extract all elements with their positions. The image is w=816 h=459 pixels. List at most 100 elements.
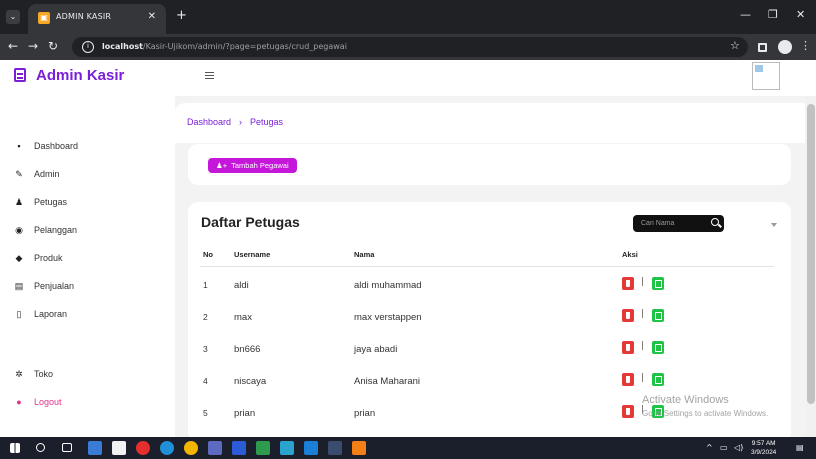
tab-close-icon[interactable]: ✕: [148, 11, 156, 22]
brand[interactable]: Admin Kasir: [14, 60, 124, 90]
sidebar-item-admin[interactable]: ✎ Admin: [0, 160, 175, 188]
breadcrumb-current: Petugas: [250, 117, 284, 127]
excel-icon[interactable]: [256, 441, 270, 455]
forward-icon[interactable]: →: [28, 39, 38, 53]
battery-icon[interactable]: ▭: [720, 443, 728, 452]
volume-icon[interactable]: ◁): [734, 443, 743, 452]
new-tab-icon[interactable]: +: [176, 8, 187, 23]
tray-chevron-icon[interactable]: ^: [706, 443, 713, 452]
back-icon[interactable]: ←: [8, 39, 18, 53]
activate-windows-title: Activate Windows: [642, 394, 729, 406]
sidebar-item-dashboard[interactable]: ▪ Dashboard: [0, 132, 175, 160]
chrome-icon[interactable]: [184, 441, 198, 455]
search-icon[interactable]: [711, 218, 719, 226]
cell-nama: prian: [354, 408, 376, 419]
sidebar-item-pelanggan[interactable]: ◉ Pelanggan: [0, 216, 175, 244]
table-title: Daftar Petugas: [201, 214, 300, 230]
edge-icon[interactable]: [160, 441, 174, 455]
windows-taskbar: ^ ▭ ◁) 9:57 AM 3/9/2024 ▤: [0, 437, 816, 459]
cell-nama: Anisa Maharani: [354, 376, 421, 387]
sidebar-item-label: Logout: [34, 397, 62, 407]
sidebar-item-toko[interactable]: ✲ Toko: [0, 360, 175, 388]
sidebar-item-label: Petugas: [34, 197, 68, 207]
delete-button[interactable]: [622, 309, 634, 322]
bookmark-star-icon[interactable]: ☆: [730, 39, 740, 52]
vscode-icon[interactable]: [304, 441, 318, 455]
cell-username: prian: [234, 408, 256, 419]
cell-no: 4: [203, 376, 208, 386]
cell-username: aldi: [234, 280, 249, 291]
avatar[interactable]: [752, 62, 780, 90]
cell-username: niscaya: [234, 376, 267, 387]
table-row: 2 max max verstappen |: [188, 302, 791, 332]
browser-tab[interactable]: ▣ ADMIN KASIR ✕: [28, 4, 166, 34]
windows-start-icon[interactable]: [10, 443, 20, 453]
browser-chrome: ⌄ ▣ ADMIN KASIR ✕ + — ❐ ✕ ← → ↻ i localh…: [0, 0, 816, 60]
sidebar-item-penjualan[interactable]: ▤ Penjualan: [0, 272, 175, 300]
word-icon[interactable]: [232, 441, 246, 455]
employee-table-card: Daftar Petugas No Username Nama Aksi 1 a…: [188, 202, 791, 442]
add-employee-label: Tambah Pegawai: [231, 161, 289, 170]
page-scrollbar-thumb[interactable]: [807, 104, 815, 404]
taskbar-app-icon[interactable]: [88, 441, 102, 455]
search-input[interactable]: [641, 218, 705, 229]
breadcrumb-chevron-icon: ›: [239, 117, 243, 127]
cell-no: 3: [203, 344, 208, 354]
dashboard-icon: ▪: [17, 141, 21, 151]
site-info-icon[interactable]: i: [82, 41, 94, 53]
minimize-icon[interactable]: —: [740, 8, 751, 21]
wrench-icon: ✎: [15, 168, 23, 179]
taskbar-search-icon[interactable]: [36, 443, 45, 452]
store-icon[interactable]: [112, 441, 126, 455]
browser-menu-icon[interactable]: ⋮: [800, 39, 811, 52]
hamburger-icon[interactable]: [205, 72, 214, 79]
sidebar-item-label: Pelanggan: [34, 225, 78, 235]
sidebar-item-label: Laporan: [34, 309, 68, 319]
breadcrumb-dashboard[interactable]: Dashboard: [187, 117, 231, 127]
sidebar-item-laporan[interactable]: ▯ Laporan: [0, 300, 175, 328]
edit-button[interactable]: [652, 341, 664, 354]
action-separator: |: [641, 373, 645, 383]
address-bar[interactable]: i localhost/Kasir-Ujikom/admin/?page=pet…: [72, 37, 748, 57]
taskbar-tool-icon[interactable]: [208, 441, 222, 455]
restore-icon[interactable]: ❐: [768, 8, 778, 21]
xampp-icon[interactable]: [352, 441, 366, 455]
edit-button[interactable]: [652, 277, 664, 290]
sidepanel-icon[interactable]: [758, 43, 767, 52]
reload-icon[interactable]: ↻: [48, 39, 58, 53]
taskbar-app2-icon[interactable]: [280, 441, 294, 455]
taskbar-clock[interactable]: 9:57 AM 3/9/2024: [751, 439, 776, 457]
edit-button[interactable]: [652, 373, 664, 386]
edit-button[interactable]: [652, 309, 664, 322]
breadcrumb: Dashboard › Petugas: [175, 103, 805, 143]
add-employee-button[interactable]: ♟+ Tambah Pegawai: [208, 158, 297, 173]
url-path: /Kasir-Ujikom/admin/?page=petugas/crud_p…: [142, 42, 347, 51]
clock-time: 9:57 AM: [751, 440, 776, 447]
window-close-icon[interactable]: ✕: [796, 8, 805, 21]
sidebar-item-logout[interactable]: ● Logout: [0, 388, 175, 416]
profile-icon[interactable]: [778, 40, 792, 54]
url-text: localhost/Kasir-Ujikom/admin/?page=petug…: [102, 42, 347, 51]
cell-nama: max verstappen: [354, 312, 422, 323]
delete-button[interactable]: [622, 277, 634, 290]
notification-icon[interactable]: ▤: [796, 443, 804, 452]
delete-button[interactable]: [622, 373, 634, 386]
delete-button[interactable]: [622, 341, 634, 354]
taskbar-app3-icon[interactable]: [328, 441, 342, 455]
breadcrumb-text: Dashboard › Petugas: [187, 117, 283, 127]
task-view-icon[interactable]: [62, 443, 72, 452]
sidebar-item-produk[interactable]: ◆ Produk: [0, 244, 175, 272]
users-icon: ♟: [14, 196, 24, 207]
filter-dropdown-icon[interactable]: [771, 223, 777, 227]
table-row: 1 aldi aldi muhammad |: [188, 270, 791, 300]
header-divider: [200, 266, 774, 267]
delete-button[interactable]: [622, 405, 634, 418]
column-header-aksi: Aksi: [622, 250, 638, 259]
top-navbar: [175, 60, 816, 96]
sidebar-item-petugas[interactable]: ♟ Petugas: [0, 188, 175, 216]
search-box: [633, 215, 724, 232]
tab-search-icon[interactable]: ⌄: [6, 10, 20, 24]
sidebar-item-label: Produk: [34, 253, 63, 263]
logout-icon: ●: [16, 397, 22, 407]
opera-icon[interactable]: [136, 441, 150, 455]
